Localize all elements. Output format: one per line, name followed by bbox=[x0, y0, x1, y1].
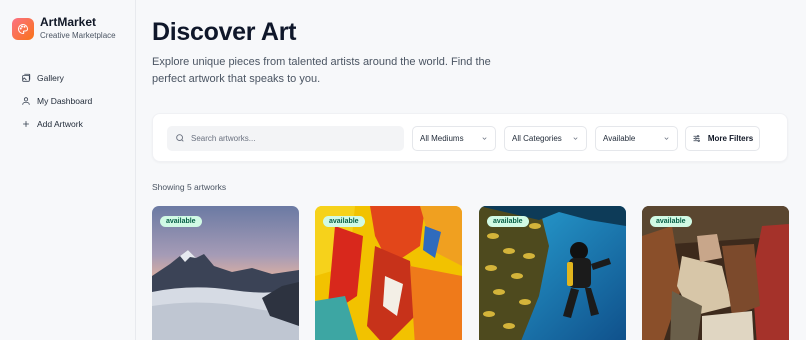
medium-select-value: All Mediums bbox=[420, 134, 464, 143]
plus-icon bbox=[21, 119, 31, 129]
more-filters-button[interactable]: More Filters bbox=[685, 126, 760, 151]
availability-select[interactable]: Available bbox=[595, 126, 678, 151]
artwork-card[interactable]: available bbox=[479, 206, 626, 340]
results-count: Showing 5 artworks bbox=[152, 182, 227, 192]
category-select-value: All Categories bbox=[512, 134, 562, 143]
brand-name: ArtMarket bbox=[40, 15, 97, 29]
medium-select[interactable]: All Mediums bbox=[412, 126, 496, 151]
brand-subtitle: Creative Marketplace bbox=[40, 31, 116, 40]
sidebar: ArtMarket Creative Marketplace Gallery M… bbox=[0, 0, 136, 340]
filter-bar: All Mediums All Categories Available Mor… bbox=[152, 113, 788, 162]
category-select[interactable]: All Categories bbox=[504, 126, 587, 151]
palette-icon bbox=[12, 17, 34, 40]
search-box[interactable] bbox=[167, 126, 404, 151]
user-icon bbox=[21, 96, 31, 106]
image-icon bbox=[21, 73, 31, 83]
availability-select-value: Available bbox=[603, 134, 636, 143]
status-badge: available bbox=[487, 216, 529, 227]
main-content: Discover Art Explore unique pieces from … bbox=[152, 0, 806, 340]
sidebar-nav: Gallery My Dashboard Add Artwork bbox=[0, 66, 136, 135]
chevron-down-icon bbox=[663, 135, 670, 142]
artwork-card[interactable]: available bbox=[152, 206, 299, 340]
more-filters-label: More Filters bbox=[707, 134, 754, 143]
search-icon bbox=[175, 130, 185, 148]
status-badge: available bbox=[323, 216, 365, 227]
page-title: Discover Art bbox=[152, 18, 297, 46]
status-badge: available bbox=[160, 216, 202, 227]
artwork-card[interactable]: available bbox=[642, 206, 789, 340]
brand[interactable]: ArtMarket Creative Marketplace bbox=[12, 16, 116, 41]
search-input[interactable] bbox=[191, 134, 391, 143]
status-badge: available bbox=[650, 216, 692, 227]
artwork-card[interactable]: available bbox=[315, 206, 462, 340]
sidebar-item-label: Add Artwork bbox=[37, 118, 83, 129]
sidebar-item-label: My Dashboard bbox=[37, 95, 93, 106]
page-subtitle: Explore unique pieces from talented arti… bbox=[152, 56, 491, 85]
sidebar-item-dashboard[interactable]: My Dashboard bbox=[0, 89, 136, 112]
chevron-down-icon bbox=[481, 135, 488, 142]
chevron-down-icon bbox=[572, 135, 579, 142]
sliders-icon bbox=[693, 135, 700, 142]
sidebar-item-label: Gallery bbox=[37, 72, 64, 83]
sidebar-item-add-artwork[interactable]: Add Artwork bbox=[0, 112, 136, 135]
sidebar-item-gallery[interactable]: Gallery bbox=[0, 66, 136, 89]
